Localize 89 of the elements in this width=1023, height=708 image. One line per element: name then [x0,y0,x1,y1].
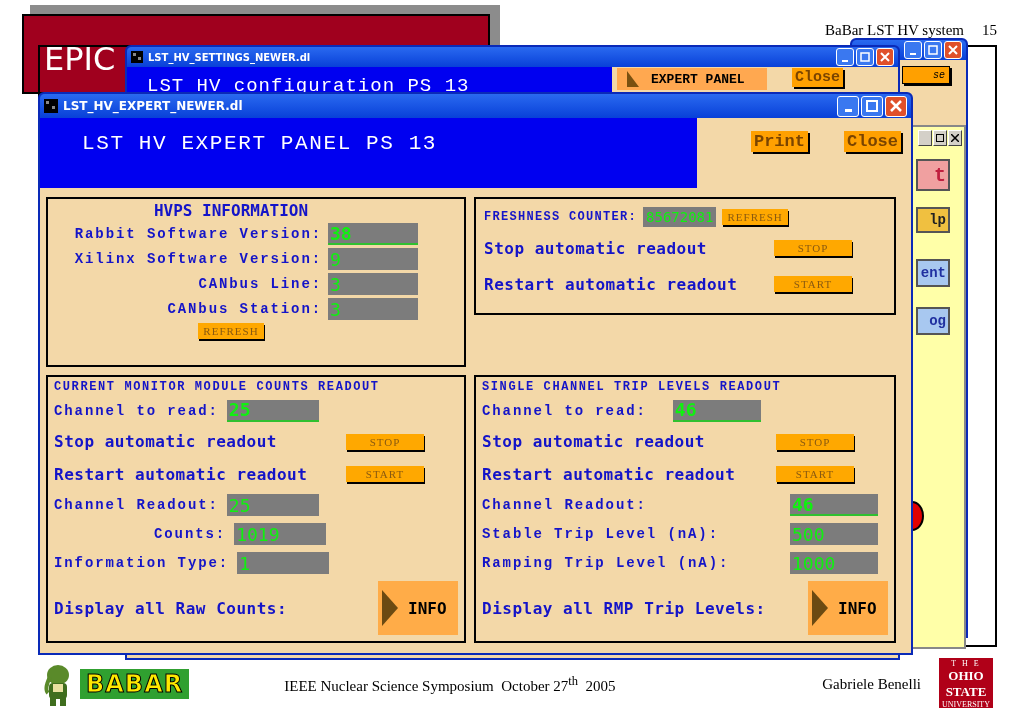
action-label: Stop automatic readout [484,238,707,258]
maximize-icon [866,100,878,112]
arrow-icon [627,71,639,87]
toolbar-button[interactable]: Print [750,131,808,152]
panel-heading: LST HV EXPERT PANEL PS 13 [82,132,438,155]
panel-button[interactable]: se [902,66,950,84]
refresh-button[interactable]: REFRESH [198,323,264,339]
field-label: Stable Trip Level (nA): [482,526,720,543]
minimize-button[interactable] [918,130,932,146]
university-logo: T H E OHIO STATE UNIVERSITY [939,658,993,708]
minimize-icon [844,108,852,112]
info-button[interactable]: INFO [808,581,888,635]
section-title: HVPS INFORMATION [153,201,309,220]
action-label: Stop automatic readout [54,432,277,451]
close-button[interactable]: Close [792,68,843,87]
slide-title: EPIC [44,40,116,78]
close-icon [951,134,959,142]
input-field[interactable]: 46 [672,399,761,422]
action-label: Restart automatic readout [54,464,308,484]
action-label: Restart automatic readout [484,274,738,294]
arrow-icon [382,588,398,628]
app-icon [44,99,58,113]
minimize-icon [910,53,916,55]
close-icon [880,52,890,62]
panel-button[interactable]: og [916,307,950,335]
section-title: CURRENT MONITOR MODULE COUNTS READOUT [54,380,381,394]
window-title: LST_HV_SETTINGS_NEWER.dl [148,51,311,63]
toolbar-button[interactable]: Close [844,131,901,152]
window-title: LST_HV_EXPERT_NEWER.dl [63,99,243,113]
readout-value: 9 [328,248,418,270]
maximize-icon [928,45,938,55]
action-button[interactable]: START [776,466,854,483]
page-number: 15 [982,22,997,39]
field-label: FRESHNESS COUNTER: [484,210,638,224]
readout-value: 3 [328,273,418,295]
action-label: Display all RMP Trip Levels: [482,598,767,618]
panel-button[interactable]: lp [916,207,950,233]
panel-button[interactable]: ent [916,259,950,287]
footer-text: IEEE Nuclear Science Symposium October 27$^{th}$ 2005 [284,673,616,695]
input-field[interactable]: 38 [328,223,418,245]
arrow-icon [812,588,828,628]
field-label: Xilinx Software Version: [74,251,322,267]
panel-button[interactable]: t [916,159,950,191]
readout-value: 1000 [790,552,878,575]
babar-logo: BABAR [80,669,190,699]
readout-value: 85672081 [643,207,717,227]
field-label: CANbus Line: [198,276,322,292]
app-icon [131,51,143,63]
panel-heading: LST HV configuration PS 13 [147,75,470,97]
refresh-button[interactable]: REFRESH [722,209,788,225]
input-field[interactable]: 46 [790,494,878,517]
field-label: Counts: [154,526,227,543]
close-button[interactable] [948,130,962,146]
field-label: Channel Readout: [482,497,648,514]
maximize-button[interactable] [933,130,947,146]
section-title: SINGLE CHANNEL TRIP LEVELS READOUT [482,380,783,394]
readout-value: 1 [237,552,330,575]
action-label: Restart automatic readout [482,464,736,484]
info-button[interactable]: INFO [378,581,458,635]
minimize-button[interactable] [904,41,922,59]
maximize-icon [860,52,870,62]
input-field[interactable]: 25 [226,399,319,422]
maximize-icon [936,134,944,142]
close-icon [890,100,902,112]
field-label: CANbus Station: [167,301,322,317]
author-name: Gabriele Benelli [822,675,921,693]
field-label: Channel to read: [482,402,647,419]
readout-value: 25 [226,494,319,517]
minimize-button[interactable] [837,95,859,117]
readout-value: 3 [328,298,418,320]
close-icon [948,45,958,55]
field-label: Channel to read: [54,402,219,419]
readout-value: 1019 [234,523,327,546]
expert-panel-button[interactable]: EXPERT PANEL [617,68,767,90]
field-label: Ramping Trip Level (nA): [482,555,731,572]
minimize-icon [842,60,848,62]
action-button[interactable]: START [346,466,424,483]
field-label: Rabbit Software Version: [74,226,322,242]
action-button[interactable]: STOP [346,433,424,450]
action-label: Stop automatic readout [482,432,705,451]
action-button[interactable]: START [774,276,852,292]
minimize-button[interactable] [836,48,854,66]
readout-value: 500 [790,523,878,546]
slide-header: BaBar LST HV system [824,22,964,39]
action-button[interactable]: STOP [774,240,852,256]
field-label: Channel Readout: [54,497,219,514]
action-button[interactable]: STOP [776,433,854,450]
action-label: Display all Raw Counts: [54,598,289,618]
field-label: Information Type: [54,555,230,572]
